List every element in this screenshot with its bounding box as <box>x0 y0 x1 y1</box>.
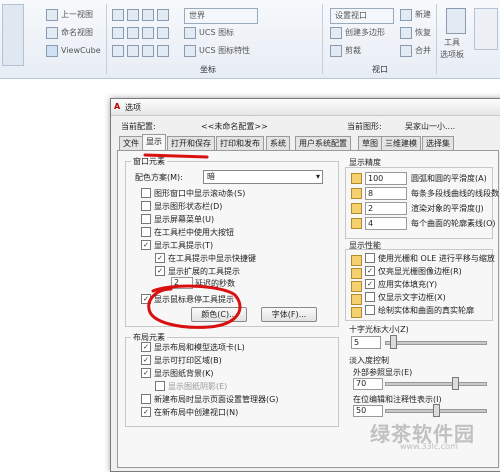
settings-viewport-dropdown[interactable]: 设置视口 <box>330 8 394 24</box>
ucs-props-icon <box>184 44 196 57</box>
ucs-icon-button[interactable]: UCS 图标 <box>184 26 234 40</box>
ucs-icon <box>184 26 196 39</box>
ucs-icon <box>142 8 154 21</box>
ribbon-extra-panel <box>474 8 498 50</box>
palette-label: 选项板 <box>440 50 464 59</box>
ribbon-separator <box>106 4 107 74</box>
ucs-buttons-row1[interactable] <box>112 8 172 22</box>
ucs-buttons-row3[interactable] <box>112 44 172 58</box>
named-view-icon <box>46 26 58 39</box>
merge-icon <box>400 44 412 57</box>
ucs-icon <box>127 44 139 57</box>
panel-label-viewport: 视口 <box>372 65 388 74</box>
ucs-icon <box>157 44 169 57</box>
viewcube-icon <box>46 44 58 57</box>
ucs-icon <box>112 26 124 39</box>
new-icon <box>400 8 412 21</box>
restore-icon <box>400 26 412 39</box>
ucs-icon <box>157 26 169 39</box>
prev-view-button[interactable]: 上一视图 <box>46 8 93 22</box>
poly-icon <box>330 26 342 39</box>
ucs-buttons-row2[interactable] <box>112 26 172 40</box>
tool-palette-icon[interactable] <box>446 8 466 34</box>
named-view-button[interactable]: 命名视图 <box>46 26 93 40</box>
ucs-icon <box>112 44 124 57</box>
view-icon <box>46 8 58 21</box>
clip-icon <box>330 44 342 57</box>
world-dropdown[interactable]: 世界 <box>184 8 258 24</box>
clip-button[interactable]: 剪裁 <box>330 44 361 58</box>
ribbon-edge-panel <box>2 4 24 66</box>
ribbon-toolbar: 上一视图 命名视图 ViewCube 世界 UCS 图标 UCS 图标特性 坐标… <box>0 0 500 79</box>
ribbon-separator <box>436 4 437 74</box>
annotation-overlay <box>143 153 242 329</box>
ucs-icon <box>142 26 154 39</box>
restore-button[interactable]: 恢复 <box>400 26 431 40</box>
red-circle-annotation <box>147 284 242 329</box>
ucs-icon <box>157 8 169 21</box>
ucs-icon-props-button[interactable]: UCS 图标特性 <box>184 44 250 58</box>
ucs-icon <box>127 26 139 39</box>
viewcube-button[interactable]: ViewCube <box>46 44 101 58</box>
options-dialog: A 选项 当前配置: <<未命名配置>> 当前图形: 吴家山一小.... 文件 … <box>110 98 500 472</box>
ribbon-separator <box>322 4 323 74</box>
new-button[interactable]: 新建 <box>400 8 431 22</box>
watermark-logo: 绿茶软件园 www.33lc.com <box>370 418 494 452</box>
create-poly-button[interactable]: 创建多边形 <box>330 26 385 40</box>
panel-label-coords: 坐标 <box>200 65 216 74</box>
ucs-icon <box>142 44 154 57</box>
ucs-icon <box>127 8 139 21</box>
red-underline-annotation <box>143 153 209 159</box>
merge-button[interactable]: 合并 <box>400 44 431 58</box>
watermark-url: www.33lc.com <box>400 442 458 451</box>
ucs-icon <box>112 8 124 21</box>
